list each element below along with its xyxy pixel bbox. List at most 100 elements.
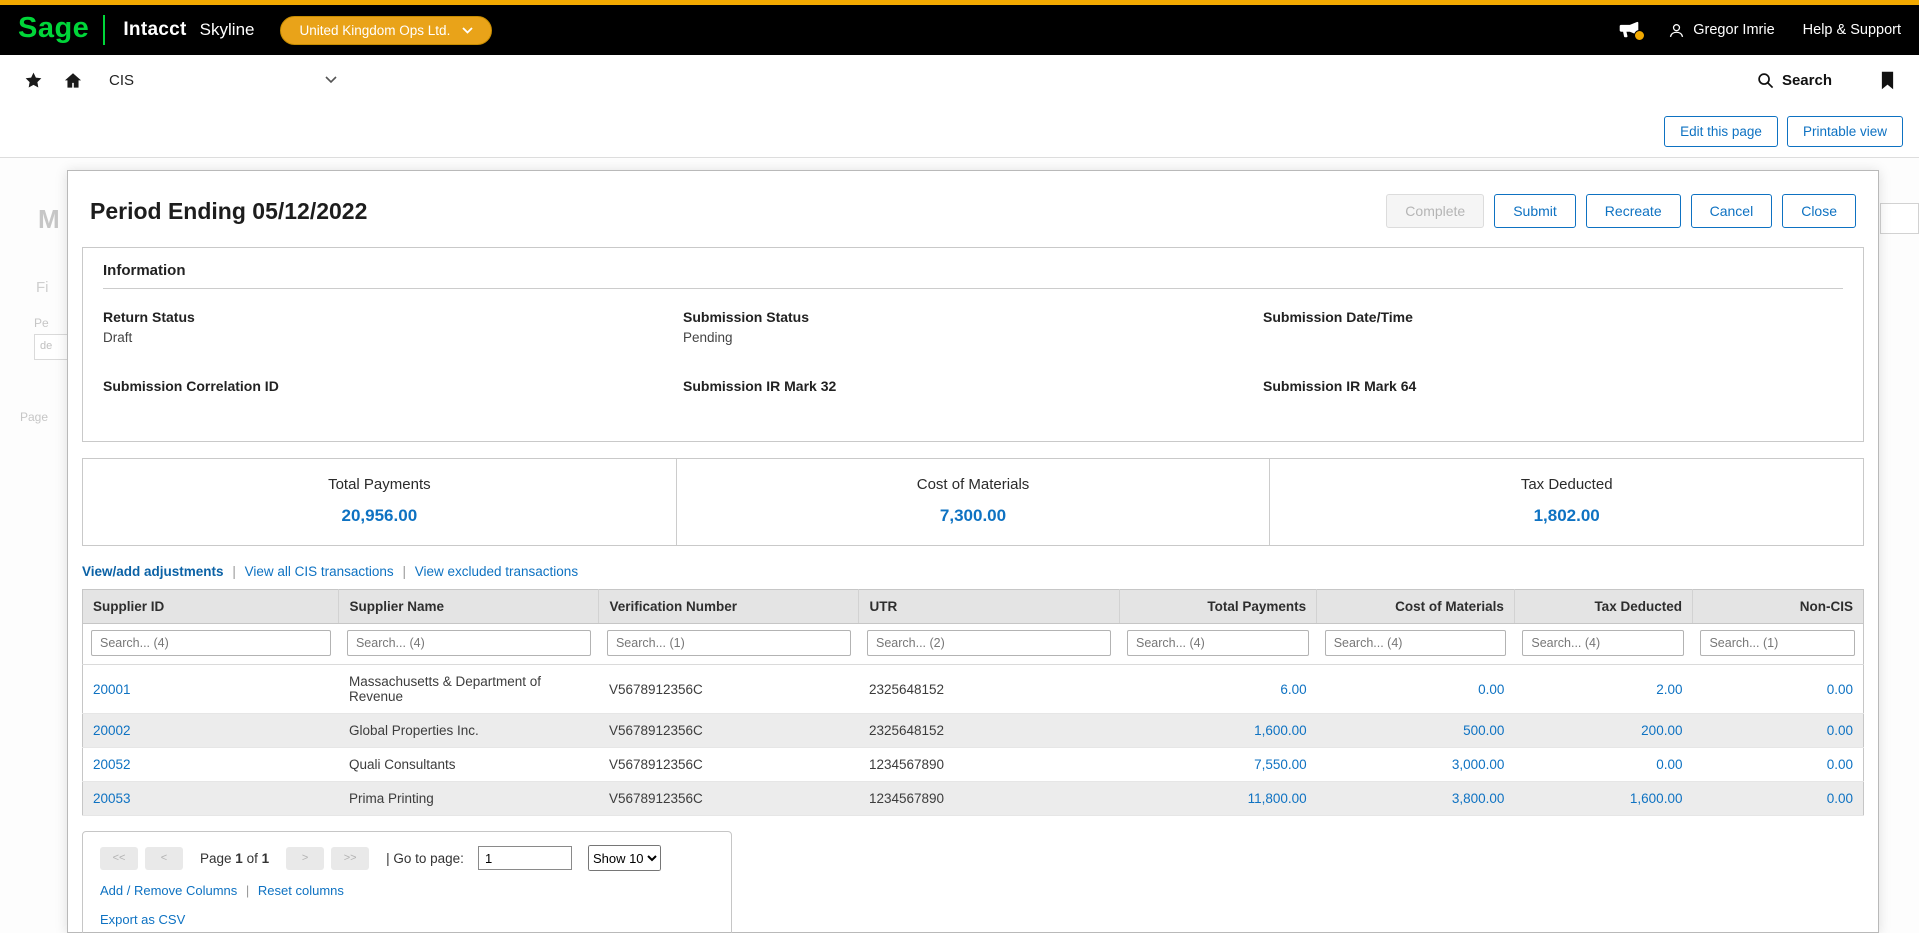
edit-page-button[interactable]: Edit this page: [1664, 116, 1778, 147]
summary-value: 20,956.00: [83, 506, 676, 526]
page-current: 1: [235, 851, 243, 866]
summary-label: Total Payments: [83, 476, 676, 493]
cost-of-materials-cell[interactable]: 500.00: [1317, 714, 1515, 748]
non-cis-cell[interactable]: 0.00: [1692, 782, 1863, 816]
last-page-button[interactable]: >>: [331, 847, 369, 870]
prev-page-button[interactable]: <: [145, 847, 183, 870]
page-size-select[interactable]: Show 10: [588, 845, 661, 871]
view-all-cis-transactions-link[interactable]: View all CIS transactions: [245, 564, 394, 579]
non-cis-cell[interactable]: 0.00: [1692, 748, 1863, 782]
announcements-button[interactable]: [1618, 21, 1640, 39]
chevron-down-icon: [462, 27, 473, 34]
field-value: Pending: [683, 330, 1263, 346]
verification-number-cell: V5678912356C: [599, 782, 859, 816]
col-verification-number[interactable]: Verification Number: [599, 590, 859, 624]
help-link[interactable]: Help & Support: [1803, 22, 1901, 38]
search-tax-deducted-input[interactable]: [1522, 630, 1684, 656]
search-total-payments-input[interactable]: [1127, 630, 1309, 656]
view-excluded-transactions-link[interactable]: View excluded transactions: [415, 564, 578, 579]
chevron-down-icon: [325, 76, 337, 84]
background-right-box: [1880, 203, 1919, 234]
field-value: Draft: [103, 330, 683, 346]
search-verification-number-input[interactable]: [607, 630, 851, 656]
cancel-button[interactable]: Cancel: [1691, 194, 1773, 228]
tax-deducted-cell[interactable]: 200.00: [1514, 714, 1692, 748]
field-label: Submission Date/Time: [1263, 309, 1843, 325]
total-payments-cell[interactable]: 6.00: [1119, 665, 1317, 714]
search-non-cis-input[interactable]: [1700, 630, 1855, 656]
bookmark-button[interactable]: [1876, 67, 1899, 94]
background-title-fragment: M: [38, 204, 60, 235]
field-value: [1263, 399, 1843, 415]
supplier-name-cell: Massachusetts & Department of Revenue: [339, 665, 599, 714]
bookmark-icon: [1880, 71, 1895, 90]
entity-selector[interactable]: United Kingdom Ops Ltd.: [280, 16, 492, 45]
link-separator: |: [246, 883, 249, 898]
home-button[interactable]: [59, 67, 87, 94]
page-of-label: of: [247, 851, 258, 866]
tax-deducted-cell[interactable]: 1,600.00: [1514, 782, 1692, 816]
close-button[interactable]: Close: [1782, 194, 1856, 228]
supplier-id-link[interactable]: 20053: [93, 791, 131, 806]
non-cis-cell[interactable]: 0.00: [1692, 665, 1863, 714]
search-label: Search: [1782, 72, 1832, 89]
col-utr[interactable]: UTR: [859, 590, 1119, 624]
search-supplier-name-input[interactable]: [347, 630, 591, 656]
supplier-id-link[interactable]: 20001: [93, 682, 131, 697]
pagination-controls: << < Page 1 of 1 > >> | Go to page: Show…: [100, 845, 714, 871]
total-payments-cell[interactable]: 11,800.00: [1119, 782, 1317, 816]
favorites-button[interactable]: [20, 67, 47, 94]
printable-view-button[interactable]: Printable view: [1787, 116, 1903, 147]
field-label: Submission Correlation ID: [103, 378, 683, 394]
view-add-adjustments-link[interactable]: View/add adjustments: [82, 564, 224, 579]
page-title: Period Ending 05/12/2022: [90, 198, 367, 225]
col-supplier-name[interactable]: Supplier Name: [339, 590, 599, 624]
module-dropdown[interactable]: CIS: [109, 72, 337, 89]
complete-button[interactable]: Complete: [1386, 194, 1484, 228]
table-row: 20001 Massachusetts & Department of Reve…: [83, 665, 1864, 714]
non-cis-cell[interactable]: 0.00: [1692, 714, 1863, 748]
export-csv-link[interactable]: Export as CSV: [100, 912, 185, 927]
next-page-button[interactable]: >: [286, 847, 324, 870]
link-separator: |: [232, 564, 236, 579]
module-label: CIS: [109, 72, 134, 89]
search-button[interactable]: Search: [1751, 71, 1838, 90]
total-payments-cell[interactable]: 7,550.00: [1119, 748, 1317, 782]
recreate-button[interactable]: Recreate: [1586, 194, 1681, 228]
field-label: Return Status: [103, 309, 683, 325]
summary-value: 1,802.00: [1270, 506, 1863, 526]
submit-button[interactable]: Submit: [1494, 194, 1576, 228]
search-utr-input[interactable]: [867, 630, 1111, 656]
supplier-id-link[interactable]: 20052: [93, 757, 131, 772]
first-page-button[interactable]: <<: [100, 847, 138, 870]
add-remove-columns-link[interactable]: Add / Remove Columns: [100, 883, 237, 898]
supplier-id-link[interactable]: 20002: [93, 723, 131, 738]
cost-of-materials-cell[interactable]: 3,000.00: [1317, 748, 1515, 782]
table-row: 20052 Quali Consultants V5678912356C 123…: [83, 748, 1864, 782]
cost-of-materials-cell[interactable]: 0.00: [1317, 665, 1515, 714]
user-menu[interactable]: Gregor Imrie: [1668, 22, 1774, 39]
col-non-cis[interactable]: Non-CIS: [1692, 590, 1863, 624]
tax-deducted-cell[interactable]: 0.00: [1514, 748, 1692, 782]
field-value: [1263, 330, 1843, 346]
search-supplier-id-input[interactable]: [91, 630, 331, 656]
tax-deducted-cell[interactable]: 2.00: [1514, 665, 1692, 714]
col-supplier-id[interactable]: Supplier ID: [83, 590, 339, 624]
view-links: View/add adjustments | View all CIS tran…: [82, 564, 1864, 579]
col-total-payments[interactable]: Total Payments: [1119, 590, 1317, 624]
field-label: Submission IR Mark 64: [1263, 378, 1843, 394]
field-submission-ir-mark-32: Submission IR Mark 32: [683, 378, 1263, 415]
search-cost-of-materials-input[interactable]: [1325, 630, 1507, 656]
col-tax-deducted[interactable]: Tax Deducted: [1514, 590, 1692, 624]
reset-columns-link[interactable]: Reset columns: [258, 883, 344, 898]
total-payments-summary: Total Payments 20,956.00: [83, 459, 676, 545]
total-payments-cell[interactable]: 1,600.00: [1119, 714, 1317, 748]
supplier-name-cell: Global Properties Inc.: [339, 714, 599, 748]
utr-cell: 1234567890: [859, 748, 1119, 782]
summary-value: 7,300.00: [677, 506, 1270, 526]
goto-page-input[interactable]: [478, 846, 572, 870]
home-icon: [63, 71, 83, 90]
field-value: [683, 399, 1263, 415]
cost-of-materials-cell[interactable]: 3,800.00: [1317, 782, 1515, 816]
col-cost-of-materials[interactable]: Cost of Materials: [1317, 590, 1515, 624]
